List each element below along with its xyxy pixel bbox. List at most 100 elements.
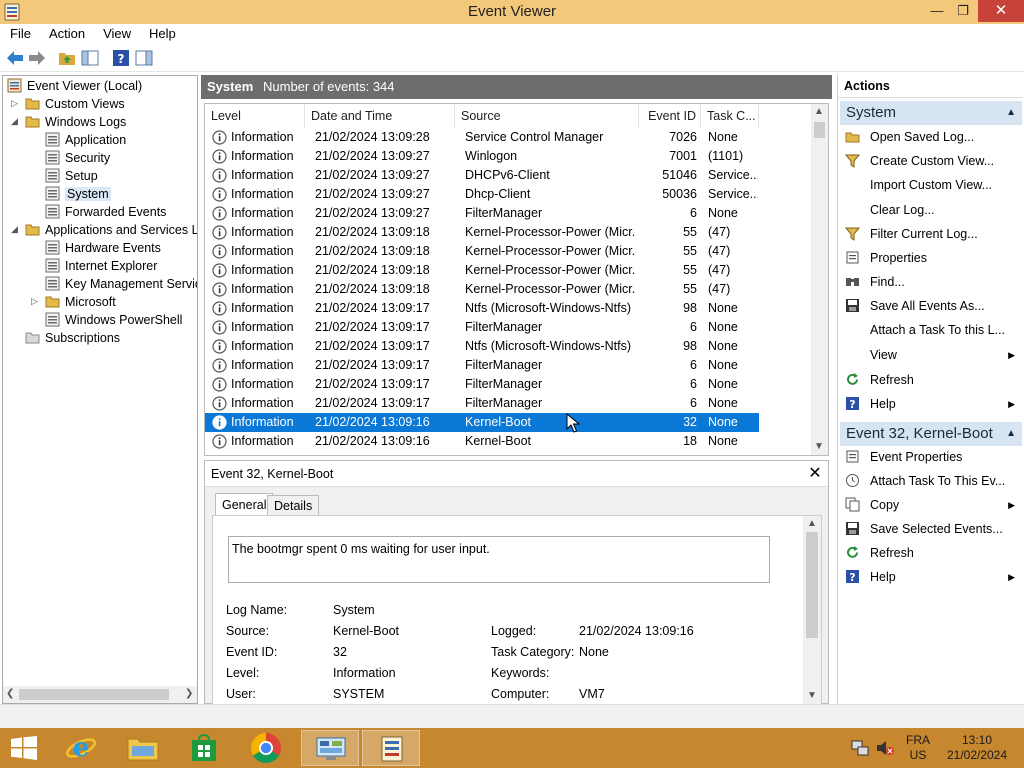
back-arrow-icon[interactable] xyxy=(5,48,25,68)
action-refresh[interactable]: Refresh xyxy=(838,368,1023,392)
volume-muted-icon[interactable] xyxy=(875,739,895,757)
column-source[interactable]: Source xyxy=(455,104,639,128)
taskbar-control-panel[interactable] xyxy=(301,730,359,766)
action-find[interactable]: Find... xyxy=(838,270,1023,294)
tab-general[interactable]: General xyxy=(215,493,274,516)
show-hide-tree-icon[interactable] xyxy=(80,48,100,68)
tree-item-custom-views[interactable]: Custom Views xyxy=(25,95,125,113)
tree-item-internet-explorer[interactable]: Internet Explorer xyxy=(45,257,157,275)
table-row[interactable]: Information 21/02/2024 13:09:17 Ntfs (Micr… xyxy=(205,337,759,356)
column-date-time[interactable]: Date and Time xyxy=(305,104,455,128)
scroll-down-arrow-icon[interactable]: ▼ xyxy=(807,690,817,701)
scroll-up-arrow-icon[interactable]: ▲ xyxy=(807,518,817,529)
tree-item-setup[interactable]: Setup xyxy=(45,167,98,185)
clock[interactable]: 13:10 21/02/2024 xyxy=(942,733,1012,763)
action-filter-current-log[interactable]: Filter Current Log... xyxy=(838,222,1023,246)
table-row[interactable]: Information 21/02/2024 13:09:17 Ntfs (Micr… xyxy=(205,299,759,318)
up-folder-icon[interactable] xyxy=(57,48,77,68)
column-task-category[interactable]: Task C... xyxy=(701,104,759,128)
table-row[interactable]: Information 21/02/2024 13:09:28 Service Co… xyxy=(205,128,759,147)
close-button[interactable]: ✕ xyxy=(978,0,1024,22)
action-refresh[interactable]: Refresh xyxy=(838,541,1023,565)
menu-action[interactable]: Action xyxy=(39,24,93,41)
tree-item-windows-powershell[interactable]: Windows PowerShell xyxy=(45,311,182,329)
detail-close-icon[interactable]: ✕ xyxy=(806,463,824,485)
tree-item-event-viewer-local[interactable]: Event Viewer (Local) xyxy=(7,77,142,95)
show-hide-action-pane-icon[interactable] xyxy=(134,48,154,68)
action-open-saved-log[interactable]: Open Saved Log... xyxy=(838,125,1023,149)
file-explorer-icon[interactable] xyxy=(126,734,160,762)
table-row[interactable]: Information 21/02/2024 13:09:18 Kernel-Pro… xyxy=(205,242,759,261)
network-icon[interactable] xyxy=(851,739,869,757)
windows-start-icon[interactable] xyxy=(10,736,38,760)
internet-explorer-icon[interactable]: e xyxy=(64,732,98,764)
action-group-system[interactable]: System ▲ xyxy=(840,101,1022,125)
action-clear-log[interactable]: Clear Log... xyxy=(838,198,1023,222)
menu-view[interactable]: View xyxy=(93,24,139,41)
action-group-event[interactable]: Event 32, Kernel-Boot ▲ xyxy=(840,422,1022,446)
input-language[interactable]: FRA US xyxy=(897,733,939,763)
menu-file[interactable]: File xyxy=(0,24,39,41)
taskbar-event-viewer[interactable] xyxy=(362,730,420,766)
table-row[interactable]: Information 21/02/2024 13:09:18 Kernel-Pro… xyxy=(205,280,759,299)
table-row[interactable]: Information 21/02/2024 13:09:16 Kernel-Boo… xyxy=(205,413,759,432)
action-import-custom-view[interactable]: Import Custom View... xyxy=(838,173,1023,197)
tree-item-application[interactable]: Application xyxy=(45,131,126,149)
scrollbar-thumb[interactable] xyxy=(814,122,825,138)
scrollbar-thumb[interactable] xyxy=(19,689,169,700)
tree-item-subscriptions[interactable]: Subscriptions xyxy=(25,329,120,347)
expand-custom-views[interactable]: ▷ xyxy=(11,98,21,109)
collapse-caret-icon[interactable]: ▲ xyxy=(1006,422,1016,446)
tree-horizontal-scrollbar[interactable]: ❮ ❯ xyxy=(3,686,197,703)
action-save-all-events-as[interactable]: Save All Events As... xyxy=(838,294,1023,318)
expand-microsoft[interactable]: ▷ xyxy=(31,296,41,307)
tree-item-security[interactable]: Security xyxy=(45,149,110,167)
action-attach-a-task-to-this-l[interactable]: Attach a Task To this L... xyxy=(838,318,1023,342)
scrollbar-thumb[interactable] xyxy=(806,532,818,638)
detail-vertical-scrollbar[interactable]: ▲ ▼ xyxy=(803,516,821,704)
action-help[interactable]: ? Help ▶ xyxy=(838,392,1023,416)
action-help[interactable]: ? Help ▶ xyxy=(838,565,1023,589)
store-icon[interactable] xyxy=(189,733,219,763)
help-icon[interactable]: ? xyxy=(111,48,131,68)
tree-item-key-management-service[interactable]: Key Management Service xyxy=(45,275,197,293)
tree-item-applications-services-logs[interactable]: Applications and Services Logs xyxy=(25,221,197,239)
action-save-selected-events[interactable]: Save Selected Events... xyxy=(838,517,1023,541)
table-row[interactable]: Information 21/02/2024 13:09:16 Kernel-Boo… xyxy=(205,432,759,451)
scroll-up-arrow-icon[interactable]: ▲ xyxy=(814,106,824,117)
table-row[interactable]: Information 21/02/2024 13:09:27 DHCPv6-Cli… xyxy=(205,166,759,185)
event-list-vertical-scrollbar[interactable]: ▲ ▼ xyxy=(811,104,828,455)
collapse-applications-services-logs[interactable]: ◢ xyxy=(11,224,21,235)
scroll-left-arrow-icon[interactable]: ❮ xyxy=(6,688,14,699)
collapse-caret-icon[interactable]: ▲ xyxy=(1006,101,1016,125)
table-row[interactable]: Information 21/02/2024 13:09:27 FilterMana… xyxy=(205,204,759,223)
table-row[interactable]: Information 21/02/2024 13:09:17 FilterMana… xyxy=(205,318,759,337)
scroll-right-arrow-icon[interactable]: ❯ xyxy=(185,688,193,699)
table-row[interactable]: Information 21/02/2024 13:09:17 FilterMana… xyxy=(205,394,759,413)
action-attach-task-to-this-ev[interactable]: Attach Task To This Ev... xyxy=(838,469,1023,493)
table-row[interactable]: Information 21/02/2024 13:09:27 Winlogon 70… xyxy=(205,147,759,166)
tree-item-forwarded-events[interactable]: Forwarded Events xyxy=(45,203,166,221)
tree-item-hardware-events[interactable]: Hardware Events xyxy=(45,239,161,257)
action-view[interactable]: View ▶ xyxy=(838,343,1023,367)
tree-item-system[interactable]: System xyxy=(45,185,111,203)
action-event-properties[interactable]: Event Properties xyxy=(838,445,1023,469)
scroll-down-arrow-icon[interactable]: ▼ xyxy=(814,441,824,452)
restore-button[interactable]: ❐ xyxy=(948,0,978,22)
table-row[interactable]: Information 21/02/2024 13:09:17 FilterMana… xyxy=(205,375,759,394)
tab-details[interactable]: Details xyxy=(267,495,320,516)
menu-help[interactable]: Help xyxy=(139,24,184,41)
action-create-custom-view[interactable]: Create Custom View... xyxy=(838,149,1023,173)
column-level[interactable]: Level xyxy=(205,104,305,128)
table-row[interactable]: Information 21/02/2024 13:09:17 FilterMana… xyxy=(205,356,759,375)
action-properties[interactable]: Properties xyxy=(838,246,1023,270)
collapse-windows-logs[interactable]: ◢ xyxy=(11,116,21,127)
forward-arrow-icon[interactable] xyxy=(27,48,47,68)
table-row[interactable]: Information 21/02/2024 13:09:18 Kernel-Pro… xyxy=(205,261,759,280)
column-event-id[interactable]: Event ID xyxy=(639,104,701,128)
tree-item-microsoft[interactable]: Microsoft xyxy=(45,293,116,311)
action-copy[interactable]: Copy ▶ xyxy=(838,493,1023,517)
tree-item-windows-logs[interactable]: Windows Logs xyxy=(25,113,126,131)
table-row[interactable]: Information 21/02/2024 13:09:18 Kernel-Pro… xyxy=(205,223,759,242)
table-row[interactable]: Information 21/02/2024 13:09:27 Dhcp-Clien… xyxy=(205,185,759,204)
